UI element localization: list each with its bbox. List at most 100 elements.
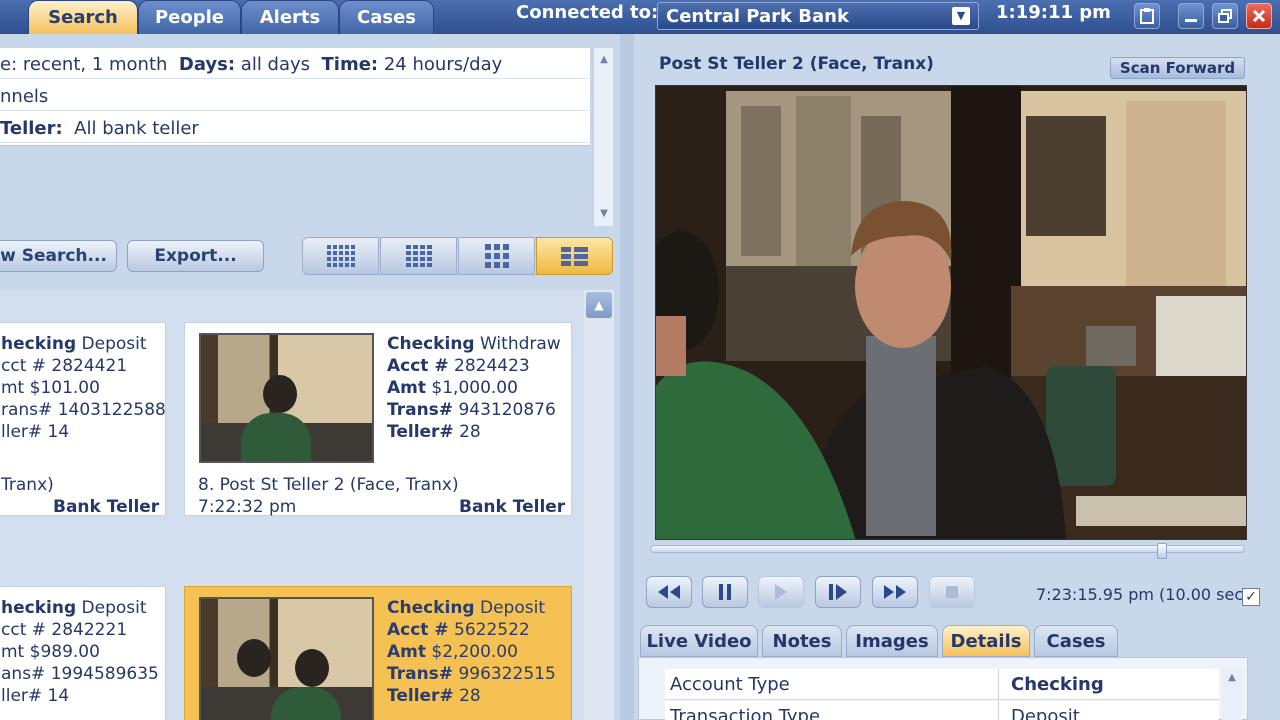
tab-notes-label: Notes [772, 630, 832, 652]
grid-large-icon [326, 245, 355, 267]
close-icon[interactable] [1246, 3, 1272, 29]
grid-small-icon [484, 244, 509, 268]
tab-details-label: Details [950, 630, 1022, 652]
result-card-selected[interactable]: Checking Deposit Acct # 5622522 Amt $2,2… [184, 586, 572, 720]
scroll-up-icon[interactable]: ▲ [597, 54, 611, 66]
result-thumbnail[interactable] [199, 333, 374, 463]
teller-label: Teller# [387, 422, 454, 442]
details-scrollbar[interactable]: ▲ [1222, 668, 1242, 720]
criteria-row-teller[interactable]: Teller: All bank teller [0, 112, 588, 143]
acct-value: 5622522 [454, 620, 530, 640]
result-info: hecking Deposit cct # 2824421 mt $101.00… [1, 333, 166, 443]
scroll-up-icon[interactable]: ▲ [1225, 672, 1239, 684]
trans-value: 1994589635 [50, 664, 159, 684]
criteria-time-label: Time: [321, 54, 379, 75]
amt-label: mt [1, 642, 25, 662]
amt-label: mt [1, 378, 25, 398]
tab-search-label: Search [48, 7, 118, 28]
video-image [656, 86, 1246, 539]
acct-label: Acct # [387, 620, 449, 640]
criteria-scrollbar[interactable]: ▲ ▼ [593, 48, 613, 226]
details-table: Account Type Checking Transaction Type D… [638, 657, 1248, 720]
rewind-icon[interactable] [646, 576, 692, 608]
minimize-icon[interactable] [1178, 3, 1204, 29]
tab-alerts-label: Alerts [259, 7, 321, 28]
fast-forward-icon[interactable] [872, 576, 918, 608]
scan-forward-button[interactable]: Scan Forward [1110, 57, 1245, 79]
teller-label: Teller# [387, 686, 454, 706]
timestamp-checkbox[interactable]: ✓ [1242, 588, 1260, 606]
criteria-teller-value: All bank teller [74, 118, 199, 139]
pause-icon[interactable] [702, 576, 748, 608]
view-grid-5-button[interactable] [302, 237, 379, 275]
play-icon[interactable] [758, 576, 804, 608]
acct-value: 2842221 [51, 620, 128, 640]
tab-notes[interactable]: Notes [762, 625, 842, 657]
result-type: Checking [387, 598, 475, 618]
teller-value: 28 [459, 686, 481, 706]
tab-cases[interactable]: Cases [339, 0, 434, 34]
tab-cases-label: Cases [357, 7, 416, 28]
result-card[interactable]: hecking Deposit cct # 2842221 mt $989.00… [0, 586, 166, 720]
acct-value: 2824423 [454, 356, 530, 376]
pane-divider[interactable] [620, 34, 634, 720]
tab-alerts[interactable]: Alerts [241, 0, 339, 34]
new-search-button[interactable]: w Search... [0, 240, 117, 272]
result-kind: Deposit [81, 598, 147, 618]
video-frame[interactable] [655, 85, 1247, 540]
export-button[interactable]: Export... [127, 240, 264, 272]
criteria-date: e: recent, 1 month [0, 54, 168, 75]
result-card[interactable]: hecking Deposit cct # 2824421 mt $101.00… [0, 322, 166, 517]
amt-value: $2,200.00 [431, 642, 518, 662]
scroll-down-icon[interactable]: ▼ [597, 208, 611, 220]
seek-handle[interactable] [1156, 543, 1167, 559]
tab-people[interactable]: People [138, 0, 241, 34]
scan-forward-label: Scan Forward [1119, 59, 1236, 77]
details-label: Account Type [665, 669, 999, 700]
record-icon[interactable] [929, 576, 975, 608]
view-grid-3-button[interactable] [458, 237, 535, 275]
amt-value: $101.00 [29, 378, 100, 398]
tab-cases-detail[interactable]: Cases [1034, 625, 1118, 657]
criteria-row-date[interactable]: e: recent, 1 month Days: all days Time: … [0, 48, 588, 79]
export-label: Export... [154, 246, 237, 266]
result-card[interactable]: Checking Withdraw Acct # 2824423 Amt $1,… [184, 322, 572, 517]
tab-live-video-label: Live Video [646, 630, 752, 652]
amt-value: $1,000.00 [431, 378, 518, 398]
restore-icon[interactable] [1212, 3, 1238, 29]
criteria-time-value: 24 hours/day [383, 54, 503, 75]
view-details-button[interactable] [536, 237, 613, 275]
results-scrollbar[interactable]: ▲ [584, 290, 614, 720]
details-label: Transaction Type [665, 701, 999, 720]
tab-images-label: Images [855, 630, 929, 652]
result-time: 7:22:32 pm [198, 497, 297, 517]
criteria-teller-label: Teller: [0, 118, 63, 139]
scroll-up-icon[interactable]: ▲ [586, 292, 612, 318]
teller-label: ller# [1, 422, 43, 442]
criteria-row-channels[interactable]: nnels [0, 80, 588, 111]
view-grid-4-button[interactable] [380, 237, 457, 275]
video-seek-bar[interactable] [650, 545, 1245, 553]
acct-label: cct # [1, 356, 47, 376]
video-title: Post St Teller 2 (Face, Tranx) [659, 54, 934, 74]
trans-label: Trans# [387, 400, 454, 420]
bank-select[interactable]: Central Park Bank ▼ [657, 2, 979, 30]
acct-value: 2824421 [51, 356, 128, 376]
tab-details[interactable]: Details [942, 625, 1030, 657]
step-forward-icon[interactable] [815, 576, 861, 608]
search-criteria: e: recent, 1 month Days: all days Time: … [0, 48, 590, 146]
grid-medium-icon [405, 245, 432, 267]
tab-people-label: People [154, 7, 225, 28]
details-row[interactable]: Account Type Checking [665, 669, 1219, 700]
note-icon[interactable] [1134, 3, 1160, 29]
teller-value: 28 [459, 422, 481, 442]
tab-images[interactable]: Images [846, 625, 938, 657]
result-thumbnail[interactable] [199, 597, 374, 720]
result-caption: 8. Post St Teller 2 (Face, Tranx) [198, 475, 459, 495]
chevron-down-icon: ▼ [952, 7, 970, 25]
tab-live-video[interactable]: Live Video [640, 625, 758, 657]
tab-search[interactable]: Search [28, 0, 138, 34]
teller-value: 14 [47, 422, 70, 442]
details-row[interactable]: Transaction Type Deposit [665, 701, 1219, 720]
trans-value: 1403122588 [57, 400, 166, 420]
